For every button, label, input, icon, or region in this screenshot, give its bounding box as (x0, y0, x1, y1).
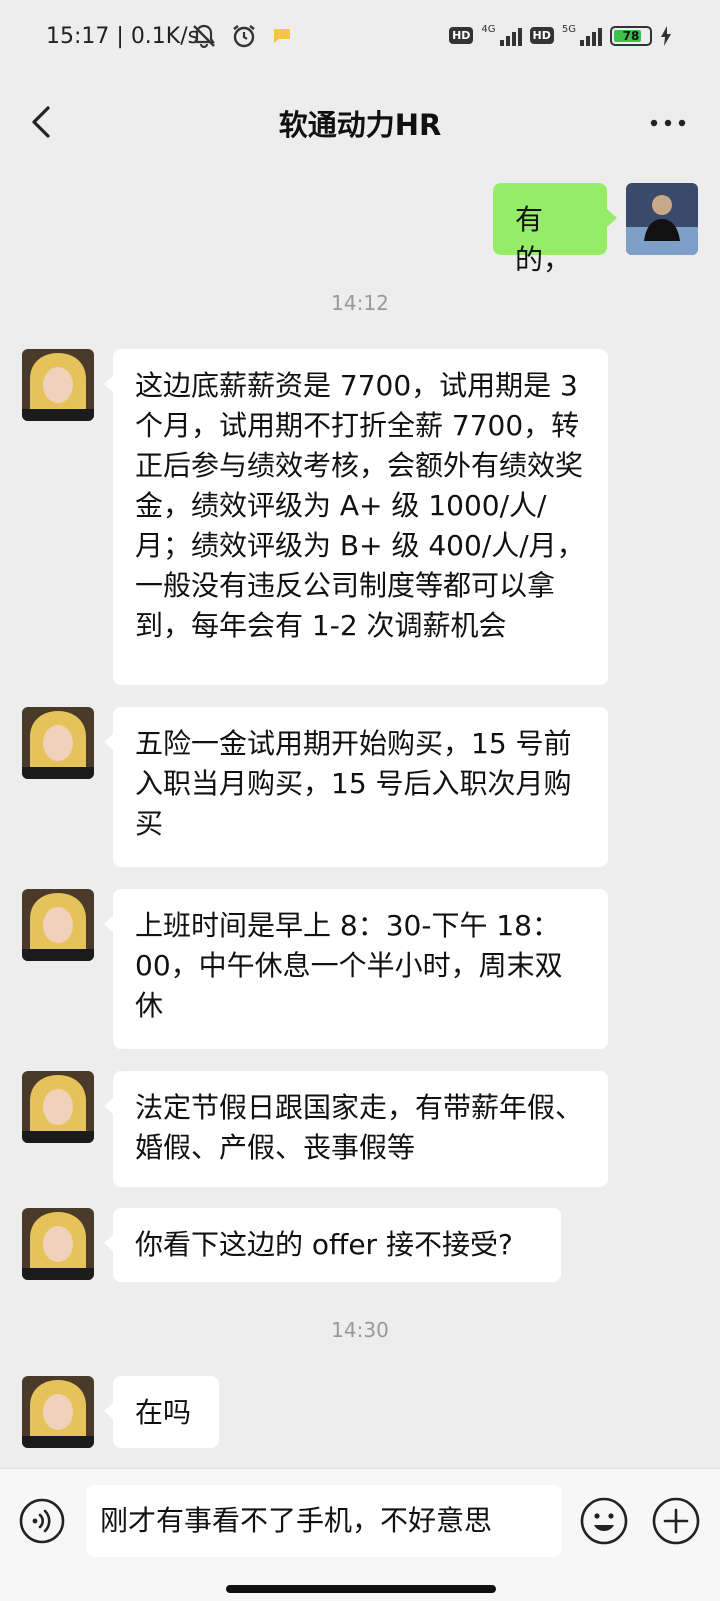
timestamp: 14:12 (331, 291, 389, 315)
message-text: 在吗 (135, 1396, 192, 1429)
message-text: 法定节假日跟国家走，有带薪年假、婚假、产假、丧事假等 (135, 1091, 584, 1164)
message-text: 这边底薪薪资是 7700，试用期是 3 个月，试用期不打折全薪 7700，转正后… (135, 369, 585, 642)
emoji-icon[interactable] (578, 1495, 630, 1547)
status-time: 15:17 | 0.1K/s (46, 24, 200, 49)
message-text: 你看下这边的 offer 接不接受? (135, 1228, 513, 1261)
more-options-icon[interactable] (646, 106, 690, 140)
home-indicator[interactable] (226, 1585, 496, 1593)
message-bubble-incoming[interactable]: 你看下这边的 offer 接不接受? (104, 1208, 561, 1282)
status-bar: 15:17 | 0.1K/s HD 4G HD 5G 78 (0, 0, 720, 80)
alarm-icon (233, 25, 255, 48)
message-input[interactable]: 刚才有事看不了手机，不好意思 (86, 1485, 562, 1557)
status-icons (190, 22, 294, 50)
message-bubble-incoming[interactable]: 这边底薪薪资是 7700，试用期是 3 个月，试用期不打折全薪 7700，转正后… (104, 349, 608, 685)
hr-avatar[interactable] (22, 1376, 94, 1448)
chat-title: 软通动力HR (278, 108, 442, 142)
signal-icon-2 (580, 26, 602, 46)
mute-bell-icon (192, 24, 216, 49)
message-text: 有的， (515, 203, 572, 276)
message-bubble-incoming[interactable]: 在吗 (104, 1376, 219, 1448)
battery-icon: 78 (610, 25, 652, 46)
timestamp: 14:30 (331, 1318, 389, 1342)
message-text: 五险一金试用期开始购买，15 号前入职当月购买，15 号后入职次月购买 (135, 727, 572, 840)
title-bar: 软通动力HR (0, 80, 720, 166)
hr-avatar[interactable] (22, 1071, 94, 1143)
message-bubble-incoming[interactable]: 上班时间是早上 8：30-下午 18：00，中午休息一个半小时，周末双休 (104, 889, 608, 1049)
hd-badge: HD (449, 27, 474, 44)
hr-avatar[interactable] (22, 1208, 94, 1280)
notification-icon (274, 29, 290, 43)
message-bubble-incoming[interactable]: 法定节假日跟国家走，有带薪年假、婚假、产假、丧事假等 (104, 1071, 608, 1187)
my-avatar[interactable] (626, 183, 698, 255)
input-bar: 刚才有事看不了手机，不好意思 (0, 1468, 720, 1601)
message-bubble-outgoing[interactable]: 有的， (493, 183, 617, 276)
hr-avatar[interactable] (22, 889, 94, 961)
hr-avatar[interactable] (22, 349, 94, 421)
plus-icon[interactable] (650, 1495, 702, 1547)
hr-avatar[interactable] (22, 707, 94, 779)
status-right: HD 4G HD 5G 78 (449, 24, 672, 47)
message-text: 上班时间是早上 8：30-下午 18：00，中午休息一个半小时，周末双休 (135, 909, 563, 1022)
charging-icon (661, 25, 671, 46)
signal-icon (499, 26, 522, 46)
voice-input-icon[interactable] (18, 1497, 66, 1545)
hd-badge-2: HD (529, 27, 554, 44)
message-bubble-incoming[interactable]: 五险一金试用期开始购买，15 号前入职当月购买，15 号后入职次月购买 (104, 707, 608, 867)
